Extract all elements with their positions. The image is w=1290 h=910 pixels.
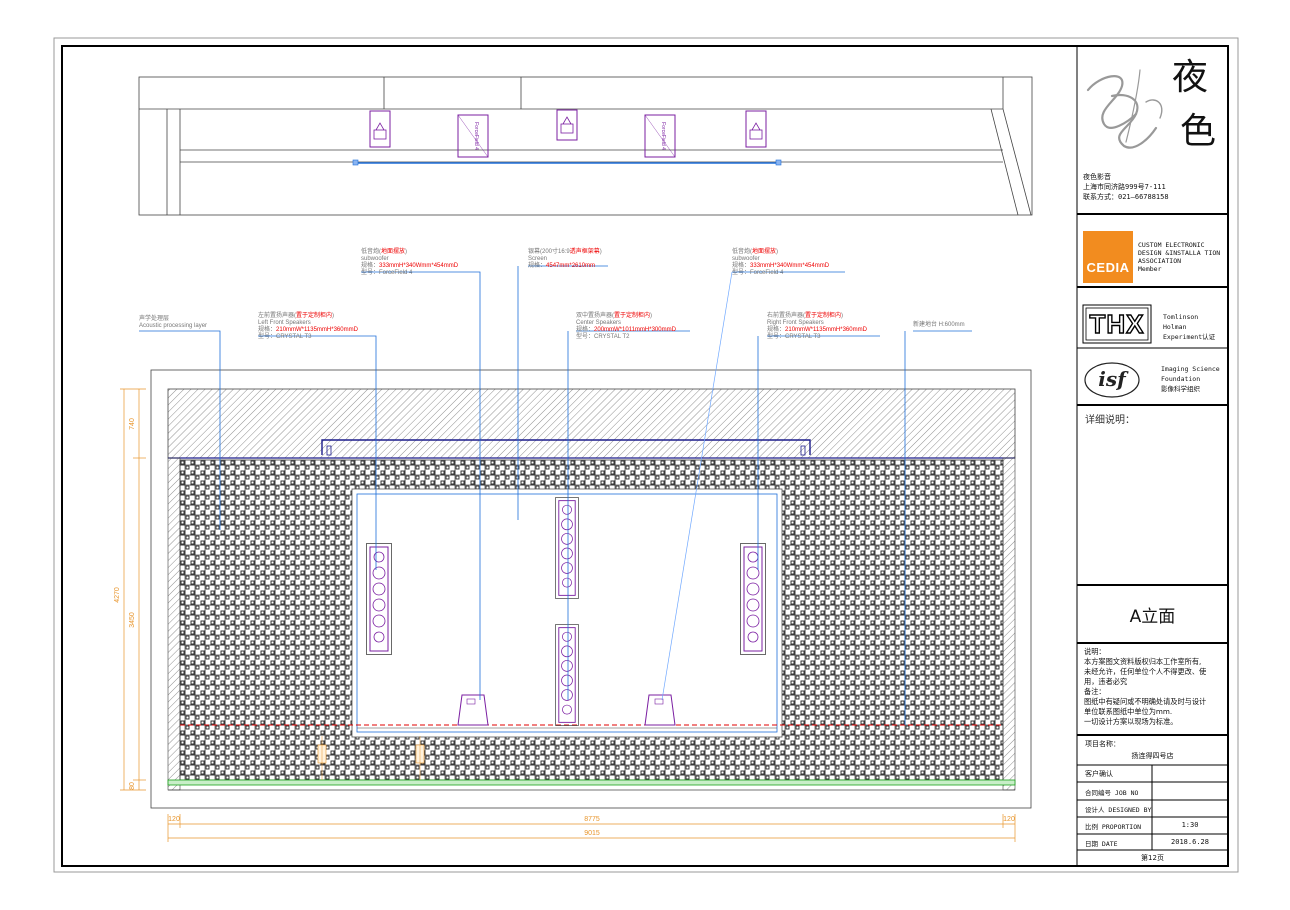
thx-badge-text: THX — [1089, 308, 1145, 339]
thx-line-2: Holman — [1163, 323, 1187, 331]
proportion-value: 1:30 — [1181, 821, 1199, 829]
notes-line-1: 说明： — [1084, 647, 1106, 656]
subwoofer-left — [457, 694, 489, 726]
dim-9015: 9015 — [584, 830, 600, 837]
label-screen: 银幕(200寸16:9透声框架幕) Screen 规格：4547mm*2610m… — [528, 249, 602, 269]
project-name: 扬连得四号店 — [1131, 752, 1174, 760]
cedia-line-1: CUSTOM ELECTRONIC — [1138, 241, 1205, 249]
cedia-line-2: DESIGN &INSTALLA TION — [1138, 249, 1221, 257]
subwoofer-right — [644, 694, 676, 726]
cedia-logo — [1083, 231, 1133, 283]
project-label: 项目名称： — [1085, 740, 1120, 748]
thx-line-3: Experiment认证 — [1163, 333, 1216, 341]
notes-line-3: 未经允许，任何单位个人不得更改、使 — [1084, 667, 1207, 676]
top-view: ForceField 4 ForceField 4 — [138, 76, 1033, 216]
dim-4270: 4270 — [114, 587, 121, 603]
cedia-line-3: ASSOCIATION — [1138, 257, 1182, 265]
company-contact: 联系方式：021—66788158 — [1083, 193, 1169, 201]
label-acoustic: 声学处理层 Acoustic processing layer — [139, 316, 208, 329]
label-right-front: 右前置扬声器(置于定制柜内) Right Front Speakers 规格：2… — [767, 313, 867, 340]
dim-120-right: 120 — [1003, 816, 1015, 823]
vertical-dimensions — [120, 388, 146, 791]
cedia-line-4: Member — [1138, 265, 1162, 273]
elevation-view — [150, 369, 1032, 809]
label-subwoofer-right: 低音炮(地面摆放) subwoofer 规格：333mmH*340Wmm*454… — [732, 249, 830, 276]
brand-logo-mark — [1086, 69, 1163, 149]
detail-label: 详细说明： — [1085, 415, 1135, 426]
isf-line-1: Imaging Science — [1161, 365, 1220, 373]
cedia-badge-text: CEDIA — [1086, 260, 1130, 275]
dim-3450: 3450 — [129, 612, 136, 628]
isf-line-3: 影像科学组织 — [1161, 385, 1200, 393]
designer-label: 设计人 DESIGNED BY — [1085, 806, 1152, 814]
client-confirm-label: 客户确认 — [1085, 770, 1113, 778]
logo-char-2: 色 — [1180, 111, 1217, 152]
page-number: 第12页 — [1141, 854, 1164, 862]
job-no-label: 合同编号 JOB NO — [1085, 789, 1139, 797]
dim-740: 740 — [129, 418, 136, 430]
company-name: 夜色影音 — [1083, 173, 1111, 181]
svg-text:ForceField 4: ForceField 4 — [473, 122, 479, 150]
top-speaker-center — [556, 109, 578, 141]
notes-line-4: 用，违者必究 — [1084, 677, 1128, 686]
svg-text:ForceField 4: ForceField 4 — [660, 122, 666, 150]
notes-line-5: 备注： — [1084, 687, 1106, 696]
top-subwoofer-left: ForceField 4 — [457, 114, 489, 158]
top-speaker-1 — [369, 110, 391, 148]
date-value: 2018.6.28 — [1171, 838, 1209, 846]
top-subwoofer-right: ForceField 4 — [644, 114, 676, 158]
proportion-label: 比例 PROPORTION — [1085, 823, 1142, 831]
floor-line — [167, 779, 1016, 786]
label-subwoofer-left: 低音炮(地面摆放) subwoofer 规格：333mmH*340Wmm*454… — [361, 249, 459, 276]
logo-char-1: 夜 — [1172, 57, 1209, 98]
view-name: A立面 — [1129, 607, 1176, 627]
top-speaker-2 — [745, 110, 767, 148]
isf-line-2: Foundation — [1161, 375, 1201, 383]
label-center: 双中置扬声器(置于定制柜内) Center Speakers 规格：200mmW… — [576, 313, 676, 340]
dim-80: 80 — [129, 782, 136, 790]
notes-line-8: 一切设计方案以现场为标准。 — [1084, 717, 1178, 726]
notes-line-2: 本方案图文资料版权归本工作室所有, — [1084, 657, 1202, 666]
notes-line-6: 图纸中有疑问或不明确处请及时与设计 — [1084, 697, 1207, 706]
notes-line-7: 单位联系图纸中单位为mm. — [1084, 707, 1173, 716]
dim-8775: 8775 — [584, 816, 600, 823]
label-stage: 新建地台 H:600mm — [913, 322, 965, 328]
isf-badge-text: isf — [1098, 367, 1126, 391]
ceiling-section — [167, 388, 1016, 459]
dim-120-left: 120 — [168, 816, 180, 823]
date-label: 日期 DATE — [1085, 840, 1118, 848]
label-left-front: 左前置扬声器(置于定制柜内) Left Front Speakers 规格：21… — [258, 313, 358, 340]
thx-line-1: Tomlinson — [1163, 313, 1199, 321]
company-address: 上海市同济路999号7-111 — [1083, 183, 1166, 191]
